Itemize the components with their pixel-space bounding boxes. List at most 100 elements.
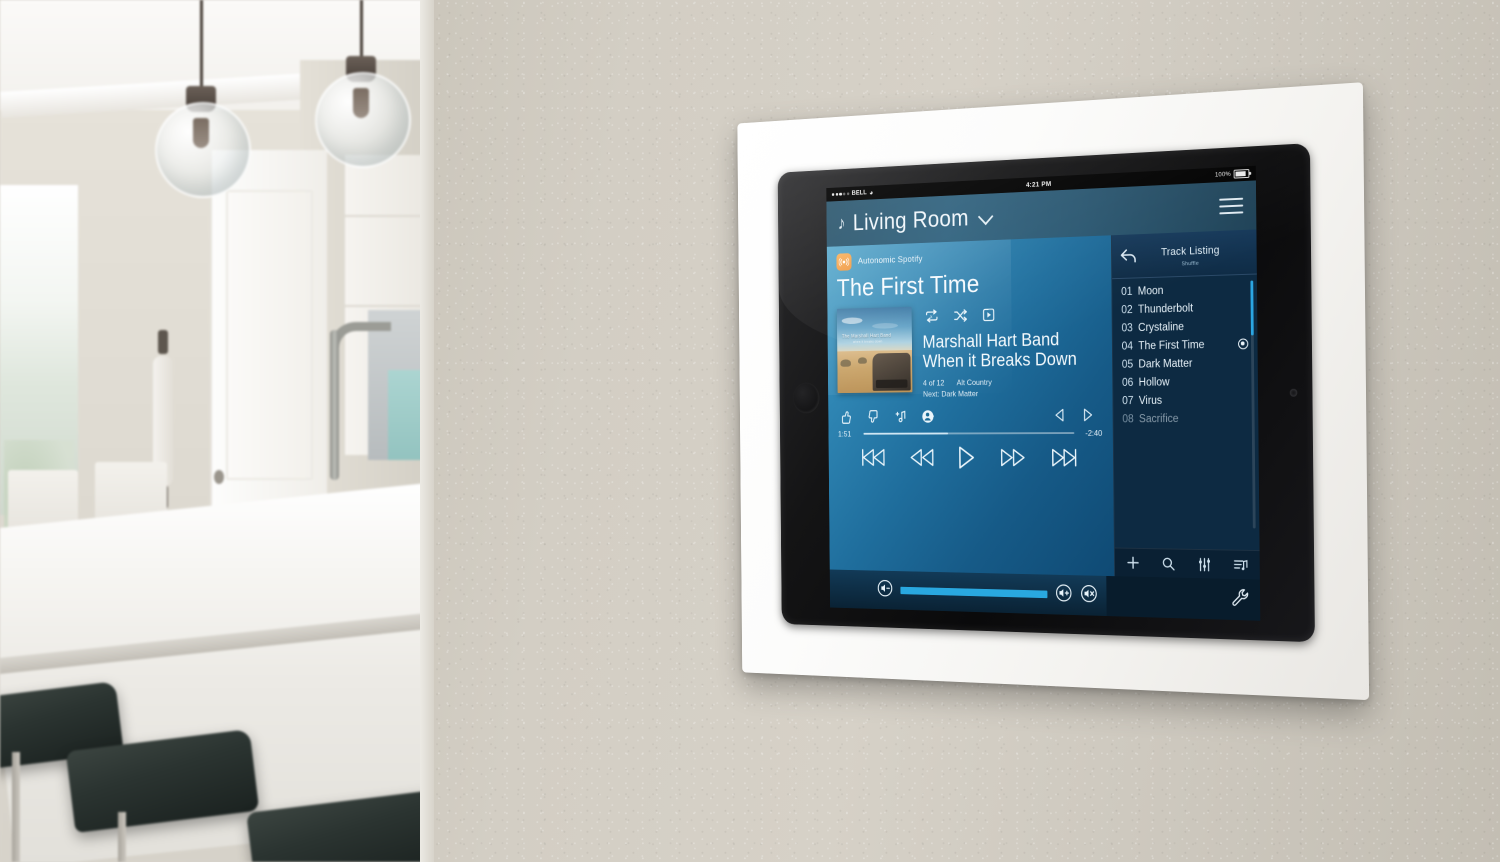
track-number: 06 xyxy=(1121,376,1134,389)
song-title: The First Time xyxy=(836,269,980,302)
page-arrows xyxy=(1054,408,1102,422)
track-number: 02 xyxy=(1121,303,1133,316)
home-button[interactable] xyxy=(792,382,820,414)
skip-forward-icon[interactable] xyxy=(1050,447,1078,468)
add-to-playlist-icon[interactable] xyxy=(894,409,908,425)
music-note-icon: ♪ xyxy=(837,212,846,234)
prev-page-icon[interactable] xyxy=(1054,409,1064,422)
svg-text:x: x xyxy=(930,314,933,320)
reaction-row xyxy=(838,407,1102,425)
kitchen-scene xyxy=(0,0,440,862)
track-listing-panel: Track Listing Shuffle 01 Moon 02 Thunder… xyxy=(1110,229,1260,580)
faucet xyxy=(330,330,339,480)
track-number: 03 xyxy=(1121,322,1133,334)
track-number: 07 xyxy=(1122,394,1134,407)
scene-photo: BELL ◕ 4:21 PM 100% ♪ Living Room Autono… xyxy=(0,0,1500,862)
transport-controls xyxy=(838,445,1103,474)
hamburger-menu-icon[interactable] xyxy=(1219,197,1244,215)
playback-mode-row: x xyxy=(924,304,1101,324)
add-icon[interactable] xyxy=(1125,554,1140,571)
app-body: Autonomic Spotify The First Time The Mar… xyxy=(826,229,1260,580)
pendant-light-1 xyxy=(155,0,251,220)
track-name: The First Time xyxy=(1138,338,1205,352)
wall-corner-edge xyxy=(420,0,434,862)
thumbs-down-icon[interactable] xyxy=(839,409,853,425)
track-listing-subtitle: Shuffle xyxy=(1181,260,1199,267)
volume-up-icon[interactable] xyxy=(1055,583,1073,607)
bar-stool-leg-1 xyxy=(12,752,20,862)
list-item[interactable]: 05 Dark Matter xyxy=(1113,353,1258,374)
now-playing-panel: Autonomic Spotify The First Time The Mar… xyxy=(826,235,1115,577)
add-artist-icon[interactable] xyxy=(922,408,936,424)
genre-label: Alt Country xyxy=(956,377,992,388)
list-item[interactable]: 07 Virus xyxy=(1113,390,1258,410)
window xyxy=(0,185,78,590)
signal-dots-icon xyxy=(831,192,850,197)
remaining-time: -2:40 xyxy=(1085,427,1103,438)
page-title: Living Room xyxy=(852,204,969,236)
broadcast-icon xyxy=(836,253,852,271)
tablet-wall-mount: BELL ◕ 4:21 PM 100% ♪ Living Room Autono… xyxy=(737,82,1370,701)
equalizer-icon[interactable] xyxy=(1197,556,1212,572)
track-number: 01 xyxy=(1121,285,1133,298)
skip-back-icon[interactable] xyxy=(861,447,887,467)
source-label: Autonomic Spotify xyxy=(857,253,923,267)
volume-slider[interactable] xyxy=(900,586,1048,599)
track-meta: 4 of 12 Alt Country Next: Dark Matter xyxy=(923,376,1102,400)
back-arrow-icon[interactable] xyxy=(1120,248,1138,265)
track-listing-header: Track Listing Shuffle xyxy=(1111,229,1257,280)
wrench-icon[interactable] xyxy=(1230,586,1251,613)
nav-music[interactable] xyxy=(1091,616,1148,621)
album-art[interactable]: The Marshall Hart Band when it breaks do… xyxy=(836,306,913,394)
album-art-album-text: when it breaks down xyxy=(853,339,883,345)
elapsed-time: 1:51 xyxy=(837,429,852,439)
track-name: Moon xyxy=(1137,284,1164,298)
progress-slider[interactable] xyxy=(863,431,1075,435)
track-number: 05 xyxy=(1121,358,1134,371)
battery-percent: 100% xyxy=(1214,170,1231,179)
nav-security[interactable] xyxy=(1036,614,1092,621)
search-icon[interactable] xyxy=(1161,556,1176,572)
nav-climate[interactable] xyxy=(931,611,984,621)
track-listing-title: Track Listing xyxy=(1160,244,1220,258)
nav-locks[interactable] xyxy=(983,613,1038,621)
now-playing-indicator-icon xyxy=(1238,338,1249,350)
play-queue-icon[interactable] xyxy=(982,307,996,322)
battery-icon xyxy=(1233,169,1250,179)
rewind-icon[interactable] xyxy=(910,447,935,467)
progress-row: 1:51 -2:40 xyxy=(838,428,1102,438)
track-name: Crystaline xyxy=(1138,320,1185,334)
list-item[interactable]: 08 Sacrifice xyxy=(1113,409,1258,428)
front-camera xyxy=(1289,388,1298,397)
play-icon[interactable] xyxy=(958,445,977,469)
shuffle-icon[interactable] xyxy=(953,308,969,323)
fast-forward-icon[interactable] xyxy=(1000,447,1026,468)
nav-shades[interactable] xyxy=(880,609,932,621)
track-name: Dark Matter xyxy=(1138,357,1193,370)
next-track-label: Next: Dark Matter xyxy=(922,388,979,399)
playlist-icon[interactable] xyxy=(1233,557,1249,573)
thumbs-up-icon[interactable] xyxy=(866,409,880,425)
repeat-icon[interactable]: x xyxy=(924,309,940,324)
carrier-label: BELL xyxy=(851,189,867,197)
tablet-device: BELL ◕ 4:21 PM 100% ♪ Living Room Autono… xyxy=(777,143,1315,643)
pendant-light-2 xyxy=(315,0,411,190)
volume-bar xyxy=(829,569,1261,621)
track-name: Thunderbolt xyxy=(1137,302,1194,316)
track-name: Hollow xyxy=(1138,376,1170,389)
settings-tool-area xyxy=(1106,575,1261,621)
volume-down-icon[interactable] xyxy=(877,578,893,601)
track-name: Sacrifice xyxy=(1138,412,1179,425)
track-name: Virus xyxy=(1138,394,1163,407)
volume-mute-icon[interactable] xyxy=(1080,583,1098,607)
chevron-down-icon[interactable] xyxy=(980,208,995,225)
door-knob xyxy=(214,470,224,484)
bar-stool-leg-2 xyxy=(118,812,126,862)
list-item[interactable]: 06 Hollow xyxy=(1113,372,1258,392)
album-art-band-text: The Marshall Hart Band xyxy=(841,332,892,340)
next-page-icon[interactable] xyxy=(1083,408,1094,421)
tablet-screen: BELL ◕ 4:21 PM 100% ♪ Living Room Autono… xyxy=(826,165,1261,621)
track-list[interactable]: 01 Moon 02 Thunderbolt 03 Crystaline 04 … xyxy=(1112,275,1259,551)
track-position: 4 of 12 xyxy=(922,377,945,388)
nav-lighting[interactable] xyxy=(830,608,881,621)
